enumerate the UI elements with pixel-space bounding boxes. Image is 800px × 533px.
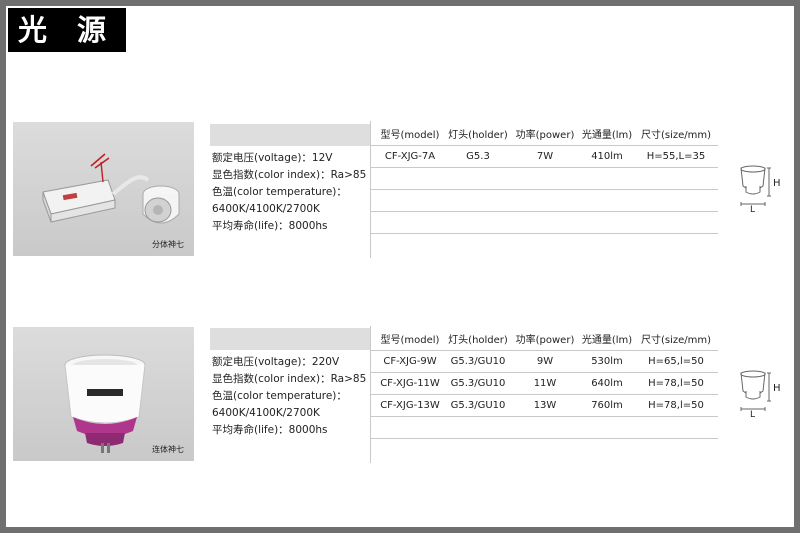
cell-holder: G5.3/GU10 bbox=[450, 378, 506, 389]
length-label: L bbox=[750, 205, 755, 214]
cell-holder: G5.3 bbox=[466, 151, 490, 162]
cell-size: H=78,l=50 bbox=[648, 400, 704, 411]
split-lamp-illustration bbox=[42, 153, 180, 224]
spec-color-index: 显色指数(color index)：Ra>85 bbox=[212, 169, 367, 181]
spec-life: 平均寿命(life)：8000hs bbox=[212, 424, 328, 436]
spec-color-temperature-values: 6400K/4100K/2700K bbox=[212, 203, 320, 215]
col-holder: 灯头(holder) bbox=[448, 334, 508, 346]
table-row: CF-XJG-13W G5.3/GU10 13W 760lm H=78,l=50 bbox=[371, 395, 718, 417]
photo-caption: 分体神七 bbox=[152, 240, 184, 249]
cell-model: CF-XJG-7A bbox=[384, 151, 436, 162]
spec-color-temperature-values: 6400K/4100K/2700K bbox=[212, 407, 320, 419]
table-header-row: 型号(model) 灯头(holder) 功率(power) 光通量(lm) 尺… bbox=[371, 121, 718, 146]
height-label: H bbox=[773, 383, 781, 394]
photo-caption: 连体神七 bbox=[152, 445, 184, 454]
table-row: CF-XJG-7A G5.3 7W 410lm H=55,L=35 bbox=[371, 146, 718, 168]
cell-lumen: 530lm bbox=[591, 356, 623, 367]
cell-holder: G5.3/GU10 bbox=[450, 400, 506, 411]
spec-header-bar bbox=[210, 124, 370, 146]
length-label: L bbox=[750, 410, 755, 419]
table-row bbox=[371, 417, 718, 439]
cell-model: CF-XJG-9W bbox=[383, 356, 437, 367]
spec-color-temperature-label: 色温(color temperature)： bbox=[212, 186, 347, 198]
col-lumen: 光通量(lm) bbox=[581, 334, 633, 346]
spec-color-temperature-label: 色温(color temperature)： bbox=[212, 390, 347, 402]
col-power: 功率(power) bbox=[515, 334, 575, 346]
cell-lumen: 410lm bbox=[591, 151, 623, 162]
spec-color-index: 显色指数(color index)：Ra>85 bbox=[212, 373, 367, 385]
product-photo-integrated: 连体神七 bbox=[13, 327, 194, 461]
table-row bbox=[371, 190, 718, 212]
spec-list: 额定电压(voltage)：220V 显色指数(color index)：Ra>… bbox=[212, 354, 366, 439]
cell-power: 11W bbox=[533, 378, 557, 389]
col-power: 功率(power) bbox=[515, 129, 575, 141]
spec-voltage: 额定电压(voltage)：12V bbox=[212, 152, 333, 164]
page-title: 光 源 bbox=[8, 8, 126, 52]
col-holder: 灯头(holder) bbox=[448, 129, 508, 141]
table-row bbox=[371, 168, 718, 190]
col-model: 型号(model) bbox=[380, 129, 440, 141]
product-photo-split: 分体神七 bbox=[13, 122, 194, 256]
col-model: 型号(model) bbox=[380, 334, 440, 346]
cell-model: CF-XJG-11W bbox=[380, 378, 440, 389]
cell-power: 7W bbox=[536, 151, 554, 162]
col-lumen: 光通量(lm) bbox=[581, 129, 633, 141]
cell-size: H=55,L=35 bbox=[646, 151, 706, 162]
spec-table: 型号(model) 灯头(holder) 功率(power) 光通量(lm) 尺… bbox=[370, 326, 718, 463]
cell-lumen: 760lm bbox=[591, 400, 623, 411]
col-size: 尺寸(size/mm) bbox=[640, 334, 712, 346]
cell-power: 9W bbox=[536, 356, 554, 367]
table-row bbox=[371, 212, 718, 234]
table-row: CF-XJG-9W G5.3/GU10 9W 530lm H=65,l=50 bbox=[371, 351, 718, 373]
height-label: H bbox=[773, 178, 781, 189]
cell-size: H=65,l=50 bbox=[648, 356, 704, 367]
table-row bbox=[371, 234, 718, 258]
spec-list: 额定电压(voltage)：12V 显色指数(color index)：Ra>8… bbox=[212, 150, 366, 235]
cell-power: 13W bbox=[533, 400, 557, 411]
spec-header-bar bbox=[210, 328, 370, 350]
table-header-row: 型号(model) 灯头(holder) 功率(power) 光通量(lm) 尺… bbox=[371, 326, 718, 351]
spec-voltage: 额定电压(voltage)：220V bbox=[212, 356, 340, 368]
integrated-lamp-illustration bbox=[64, 354, 146, 453]
table-row: CF-XJG-11W G5.3/GU10 11W 640lm H=78,l=50 bbox=[371, 373, 718, 395]
spec-table: 型号(model) 灯头(holder) 功率(power) 光通量(lm) 尺… bbox=[370, 121, 718, 258]
cell-lumen: 640lm bbox=[591, 378, 623, 389]
spec-life: 平均寿命(life)：8000hs bbox=[212, 220, 328, 232]
cell-model: CF-XJG-13W bbox=[380, 400, 440, 411]
table-row bbox=[371, 439, 718, 463]
cell-size: H=78,l=50 bbox=[648, 378, 704, 389]
cell-holder: G5.3/GU10 bbox=[450, 356, 506, 367]
dimension-diagram: H L bbox=[740, 165, 781, 214]
dimension-diagram: H L bbox=[740, 370, 781, 419]
col-size: 尺寸(size/mm) bbox=[640, 129, 712, 141]
